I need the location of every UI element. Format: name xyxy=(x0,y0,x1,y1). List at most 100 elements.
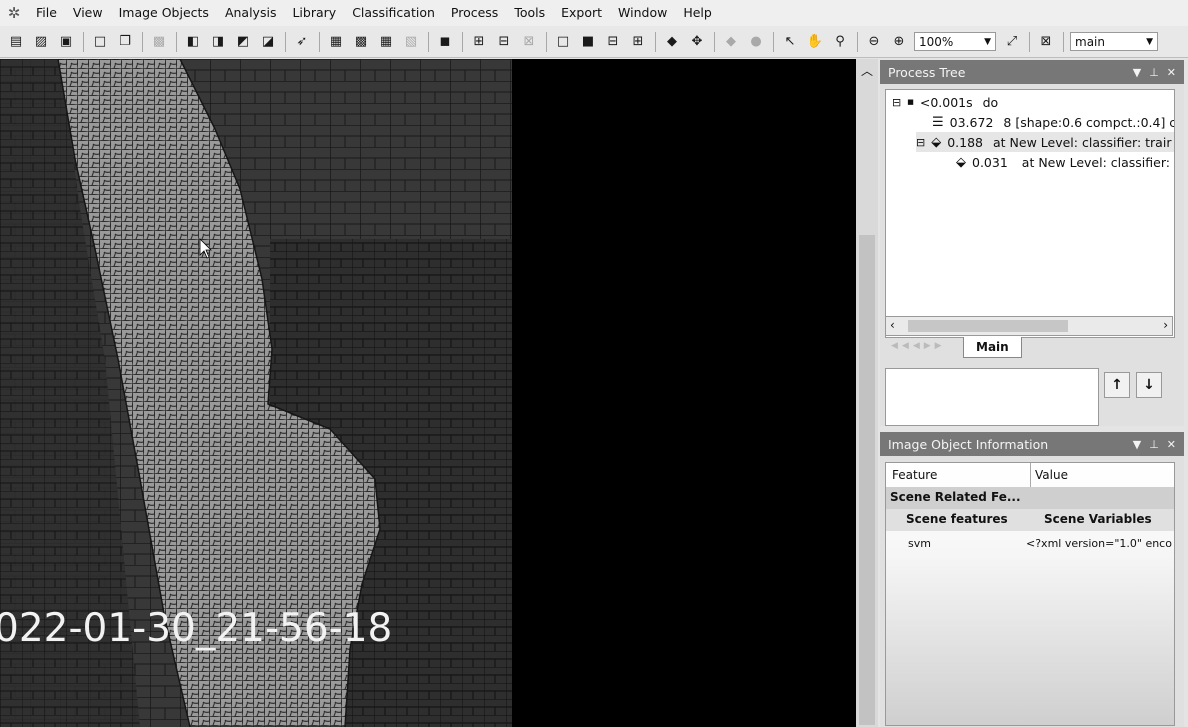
process-tree-title: Process Tree xyxy=(888,64,966,80)
chevron-down-icon: ▼ xyxy=(984,36,991,47)
feature-table[interactable]: Feature Value Scene Related Fe... Scene … xyxy=(885,462,1175,726)
move-down-button[interactable]: ↓ xyxy=(1136,372,1162,398)
zoom-to-window-icon[interactable]: ⤢ xyxy=(1002,32,1022,52)
feature-value: <?xml version="1.0" enco xyxy=(1026,537,1172,550)
tree-expander-icon[interactable]: ⊟ xyxy=(892,96,901,109)
zoom-value: 100% xyxy=(919,34,954,49)
process-tree-panel: Process Tree ▼ ⊥ ✕ ⊟ ■ <0.001s do ☰ 03.6… xyxy=(880,60,1184,426)
merge-objects-icon[interactable]: ◆ xyxy=(721,32,741,52)
zoom-select[interactable]: 100% ▼ xyxy=(914,32,996,51)
pin-icon[interactable]: ⊥ xyxy=(1149,66,1159,79)
panel-menu-icon[interactable]: ▼ xyxy=(1133,438,1141,451)
menu-library[interactable]: Library xyxy=(284,0,344,26)
close-icon[interactable]: ✕ xyxy=(1167,438,1176,451)
menu-window[interactable]: Window xyxy=(610,0,675,26)
view-classification-icon[interactable]: ▩ xyxy=(351,32,371,52)
layer-1-icon[interactable]: ◧ xyxy=(183,32,203,52)
new-project-icon[interactable]: ▤ xyxy=(6,32,26,52)
toolbar-separator xyxy=(83,31,84,52)
process-text: do xyxy=(982,94,999,110)
menu-help[interactable]: Help xyxy=(675,0,720,26)
process-text: at New Level: classifier: xyxy=(1021,154,1170,170)
layer-3-icon[interactable]: ◩ xyxy=(233,32,253,52)
magnify-icon[interactable]: ⚲ xyxy=(830,32,850,52)
column-header-feature[interactable]: Feature xyxy=(892,468,937,482)
tree-row[interactable]: ⊟ ■ <0.001s do xyxy=(892,92,998,112)
cut-objects-icon[interactable]: ● xyxy=(746,32,766,52)
tab-navigation-icon[interactable]: ◀◀◀▶▶ xyxy=(891,341,946,351)
view-mixed-icon[interactable]: ▧ xyxy=(401,32,421,52)
tab-main[interactable]: Main xyxy=(963,337,1022,358)
polygon-icon[interactable]: ◆ xyxy=(662,32,682,52)
save-project-icon[interactable]: ▣ xyxy=(56,32,76,52)
toolbar-separator xyxy=(1029,31,1030,52)
toolbar-separator xyxy=(319,31,320,52)
layer-2-icon[interactable]: ◨ xyxy=(208,32,228,52)
menu-image-objects[interactable]: Image Objects xyxy=(111,0,217,26)
skeleton-icon[interactable]: ✥ xyxy=(687,32,707,52)
tree-row[interactable]: ⊟ ⬙ 0.188 at New Level: classifier: trai… xyxy=(916,132,1174,152)
view-layers-icon[interactable]: ▦ xyxy=(326,32,346,52)
zoom-out-icon[interactable]: ⊖ xyxy=(864,32,884,52)
import-icon[interactable]: ▩ xyxy=(149,32,169,52)
scrollbar-thumb[interactable] xyxy=(859,235,875,725)
menu-classification[interactable]: Classification xyxy=(344,0,443,26)
process-time: 0.031 xyxy=(972,154,1008,170)
quad-view-icon[interactable]: ⊞ xyxy=(628,32,648,52)
zoom-in-icon[interactable]: ⊕ xyxy=(889,32,909,52)
column-header-value[interactable]: Value xyxy=(1030,463,1068,487)
filled-view-icon[interactable]: ■ xyxy=(578,32,598,52)
panel-menu-icon[interactable]: ▼ xyxy=(1133,66,1141,79)
menu-file[interactable]: File xyxy=(28,0,65,26)
menu-export[interactable]: Export xyxy=(553,0,610,26)
split-vertical-icon[interactable]: ⊟ xyxy=(494,32,514,52)
cursor-icon[interactable]: ↖ xyxy=(780,32,800,52)
tree-expander-icon[interactable]: ⊟ xyxy=(916,136,925,149)
table-group-row[interactable]: Scene Related Fe... xyxy=(886,487,1174,509)
map-select[interactable]: main ▼ xyxy=(1070,32,1158,51)
layer-4-icon[interactable]: ◪ xyxy=(258,32,278,52)
scroll-up-icon[interactable]: ︿ xyxy=(856,59,878,81)
arrow-down-icon: ↓ xyxy=(1143,377,1155,393)
empty-canvas xyxy=(512,59,856,727)
table-subgroup-row[interactable]: Scene features Scene Variables xyxy=(886,509,1174,531)
image-object-info-titlebar: Image Object Information ▼ ⊥ ✕ xyxy=(880,432,1184,456)
pan-hand-icon[interactable]: ✋ xyxy=(805,32,825,52)
split-horizontal-icon[interactable]: ⊞ xyxy=(469,32,489,52)
pointer-tool-icon[interactable]: ➶ xyxy=(292,32,312,52)
menu-view[interactable]: View xyxy=(65,0,111,26)
toolbar-separator xyxy=(176,31,177,52)
menu-analysis[interactable]: Analysis xyxy=(217,0,285,26)
toolbar-separator xyxy=(857,31,858,52)
scrollbar-thumb[interactable] xyxy=(908,320,1068,332)
split-link-icon[interactable]: ⊠ xyxy=(519,32,539,52)
image-viewer[interactable]: 022-01-30_21-56-18 xyxy=(0,59,856,727)
toolbar-separator xyxy=(285,31,286,52)
viewer-vertical-scrollbar[interactable]: ︿ xyxy=(856,59,878,727)
process-description-box[interactable] xyxy=(885,368,1099,426)
subgroup-value-label: Scene Variables xyxy=(1044,512,1152,526)
menu-process[interactable]: Process xyxy=(443,0,506,26)
close-icon[interactable]: ✕ xyxy=(1167,66,1176,79)
top-bottom-view-icon[interactable]: ⊟ xyxy=(603,32,623,52)
show-outlines-icon[interactable]: ◼ xyxy=(435,32,455,52)
tree-horizontal-scrollbar[interactable]: ‹ › xyxy=(885,316,1173,336)
open-workspace-icon[interactable]: ❐ xyxy=(115,32,135,52)
process-time: <0.001s xyxy=(919,94,973,110)
new-workspace-icon[interactable]: □ xyxy=(90,32,110,52)
single-view-icon[interactable]: □ xyxy=(553,32,573,52)
table-header: Feature Value xyxy=(886,463,1174,488)
app-logo-icon: ✲ xyxy=(7,4,21,22)
close-view-icon[interactable]: ⊠ xyxy=(1036,32,1056,52)
open-project-icon[interactable]: ▨ xyxy=(31,32,51,52)
process-tree-view[interactable]: ⊟ ■ <0.001s do ☰ 03.672 8 [shape:0.6 com… xyxy=(885,89,1175,338)
menu-tools[interactable]: Tools xyxy=(506,0,553,26)
pin-icon[interactable]: ⊥ xyxy=(1149,438,1159,451)
view-samples-icon[interactable]: ▦ xyxy=(376,32,396,52)
tree-row[interactable]: ☰ 03.672 8 [shape:0.6 compct.:0.4] c xyxy=(932,112,1174,132)
scroll-left-icon[interactable]: ‹ xyxy=(890,318,895,332)
move-up-button[interactable]: ↑ xyxy=(1104,372,1130,398)
tree-row[interactable]: ⬙ 0.031 at New Level: classifier: xyxy=(956,152,1170,172)
classifier-process-icon: ⬙ xyxy=(931,134,942,150)
scroll-right-icon[interactable]: › xyxy=(1163,318,1168,332)
